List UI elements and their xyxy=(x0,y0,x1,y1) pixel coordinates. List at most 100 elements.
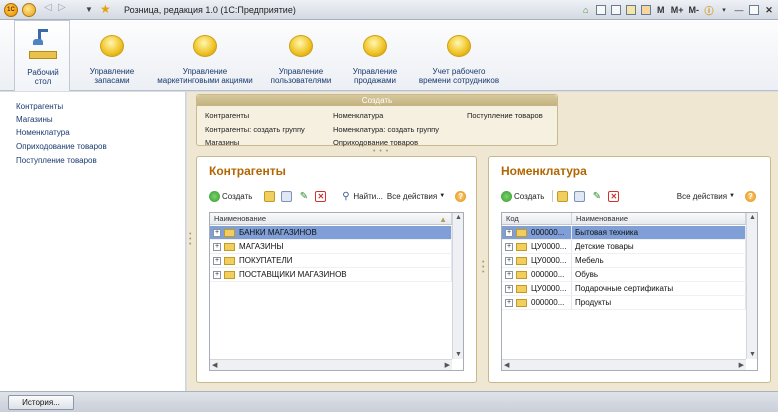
nomenclature-edit-button[interactable]: ✎ xyxy=(591,191,604,202)
nomenclature-copy-button[interactable] xyxy=(574,190,587,202)
back-icon[interactable]: ◁ xyxy=(44,2,52,13)
calendar-icon[interactable] xyxy=(625,5,636,15)
section-marketing[interactable]: Управление маркетинговыми акциями xyxy=(153,20,257,91)
scroll-up-icon[interactable]: ▲ xyxy=(455,214,462,221)
contractors-create-group-button[interactable] xyxy=(264,190,277,202)
home-icon[interactable]: ⌂ xyxy=(581,5,591,15)
column-header-name[interactable]: Наименование xyxy=(210,213,452,224)
expand-icon[interactable]: + xyxy=(213,228,221,237)
section-worktime[interactable]: Учет рабочего времени сотрудников xyxy=(414,20,504,91)
contractors-copy-button[interactable] xyxy=(281,190,294,202)
column-header-name[interactable]: Наименование xyxy=(572,213,746,224)
create-goods-arrival-link[interactable]: Поступление товаров xyxy=(467,111,543,120)
copy-icon xyxy=(574,190,586,202)
scroll-up-icon[interactable]: ▲ xyxy=(749,214,756,221)
table-row[interactable]: + ЦУ0000... Подарочные сертификаты xyxy=(502,282,746,296)
maximize-icon[interactable] xyxy=(749,5,759,15)
expand-icon[interactable]: + xyxy=(505,284,513,293)
help-icon[interactable]: ? xyxy=(745,190,756,202)
close-icon[interactable]: ✕ xyxy=(764,5,774,16)
forward-icon[interactable]: ▷ xyxy=(58,2,66,13)
memory-plus-button[interactable]: M+ xyxy=(671,5,684,15)
create-nomenclature-link[interactable]: Номенклатура xyxy=(333,111,383,120)
section-inventory[interactable]: Управление запасами xyxy=(82,20,142,91)
expand-icon[interactable]: + xyxy=(213,256,221,265)
table-row[interactable]: +000000... Бытовая техника xyxy=(502,226,746,240)
nomenclature-create-group-button[interactable] xyxy=(557,190,570,202)
expand-icon[interactable]: + xyxy=(505,270,513,279)
contractors-all-actions-button[interactable]: Все действия ▼ xyxy=(387,192,445,201)
nomenclature-table[interactable]: Код Наименование +000000... Бытовая техн… xyxy=(501,212,758,371)
expand-icon[interactable]: + xyxy=(213,270,221,279)
history-button[interactable]: История... xyxy=(8,395,74,410)
create-nomenclature-group-link[interactable]: Номенклатура: создать группу xyxy=(333,125,439,134)
vertical-scrollbar[interactable]: ▲ ▼ xyxy=(452,213,463,359)
horizontal-scrollbar[interactable]: ◀ ▶ xyxy=(210,359,452,370)
contractors-create-button[interactable]: Создать xyxy=(209,190,252,202)
main-menu-icon[interactable] xyxy=(22,3,36,17)
contractors-edit-button[interactable]: ✎ xyxy=(298,191,311,202)
table-row[interactable]: + БАНКИ МАГАЗИНОВ xyxy=(210,226,452,240)
help-icon[interactable]: ? xyxy=(455,190,467,202)
contractors-delete-button[interactable]: ✕ xyxy=(315,190,328,202)
create-contractor-link[interactable]: Контрагенты xyxy=(205,111,249,120)
scroll-down-icon[interactable]: ▼ xyxy=(455,351,462,358)
vertical-scrollbar[interactable]: ▲ ▼ xyxy=(746,213,757,359)
calculator-icon[interactable] xyxy=(640,5,651,15)
memory-m-button[interactable]: M xyxy=(656,5,666,15)
create-goods-receipt-link[interactable]: Оприходование товаров xyxy=(333,138,418,147)
table-row[interactable]: +000000... Продукты xyxy=(502,296,746,310)
nav-item-nomenclature[interactable]: Номенклатура xyxy=(16,128,70,137)
info-dropdown-icon[interactable]: ▾ xyxy=(719,6,729,14)
horizontal-scrollbar[interactable]: ◀ ▶ xyxy=(502,359,746,370)
section-desktop[interactable]: Рабочий стол xyxy=(14,20,70,91)
memory-minus-button[interactable]: M- xyxy=(689,5,700,15)
left-splitter-grip[interactable]: • • • xyxy=(189,231,191,248)
section-sales[interactable]: Управление продажами xyxy=(344,20,406,91)
history-dropdown-icon[interactable]: ▼ xyxy=(85,5,93,14)
section-users[interactable]: Управление пользователями xyxy=(266,20,336,91)
column-header-code[interactable]: Код xyxy=(502,213,572,224)
scroll-left-icon[interactable]: ◀ xyxy=(212,361,217,369)
nomenclature-create-button[interactable]: Создать xyxy=(501,190,544,202)
table-row[interactable]: + МАГАЗИНЫ xyxy=(210,240,452,254)
nav-item-contractors[interactable]: Контрагенты xyxy=(16,102,63,111)
scroll-left-icon[interactable]: ◀ xyxy=(504,361,509,369)
section-desktop-label: Рабочий стол xyxy=(27,68,59,86)
info-icon[interactable]: ⓘ xyxy=(704,4,714,17)
expand-icon[interactable]: + xyxy=(505,256,513,265)
table-row[interactable]: + ЦУ0000... Мебель xyxy=(502,254,746,268)
table-row[interactable]: + ПОКУПАТЕЛИ xyxy=(210,254,452,268)
scroll-down-icon[interactable]: ▼ xyxy=(749,351,756,358)
contractors-panel: Контрагенты Создать ✎ ✕ ⚲ Найти... Все д… xyxy=(196,156,477,383)
nomenclature-delete-button[interactable]: ✕ xyxy=(608,190,621,202)
expand-icon[interactable]: + xyxy=(213,242,221,251)
contractors-find-button[interactable]: ⚲ Найти... xyxy=(340,191,383,202)
contractors-table[interactable]: Наименование ▲ + БАНКИ МАГАЗИНОВ + МАГАЗИН… xyxy=(209,212,464,371)
doc-icon[interactable] xyxy=(595,5,606,15)
nomenclature-title: Номенклатура xyxy=(501,164,587,178)
table-row[interactable]: + ПОСТАВЩИКИ МАГАЗИНОВ xyxy=(210,268,452,282)
folder-icon xyxy=(516,256,527,265)
expand-icon[interactable]: + xyxy=(505,298,513,307)
splitter-grip[interactable]: • • • xyxy=(373,148,389,155)
create-contractor-group-link[interactable]: Контрагенты: создать группу xyxy=(205,125,305,134)
scroll-right-icon[interactable]: ▶ xyxy=(445,361,450,369)
nav-item-goods-receipt[interactable]: Оприходование товаров xyxy=(16,142,107,151)
print-icon[interactable] xyxy=(610,5,621,15)
favorites-star-icon[interactable]: ★ xyxy=(100,2,111,16)
table-row[interactable]: +000000... Обувь xyxy=(502,268,746,282)
sort-icon[interactable]: ▲ xyxy=(439,215,447,224)
app-logo-icon[interactable]: 1С xyxy=(4,3,18,17)
create-store-link[interactable]: Магазины xyxy=(205,138,239,147)
nav-item-goods-arrival[interactable]: Поступление товаров xyxy=(16,156,97,165)
expand-icon[interactable]: + xyxy=(505,242,513,251)
table-row[interactable]: + ЦУ0000... Детские товары xyxy=(502,240,746,254)
minimize-icon[interactable]: — xyxy=(734,5,744,15)
nomenclature-all-actions-button[interactable]: Все действия ▼ xyxy=(677,192,735,201)
nav-item-stores[interactable]: Магазины xyxy=(16,115,53,124)
section-users-icon xyxy=(289,35,313,57)
middle-splitter-grip[interactable]: • • • xyxy=(482,259,484,276)
expand-icon[interactable]: + xyxy=(505,228,513,237)
scroll-right-icon[interactable]: ▶ xyxy=(739,361,744,369)
